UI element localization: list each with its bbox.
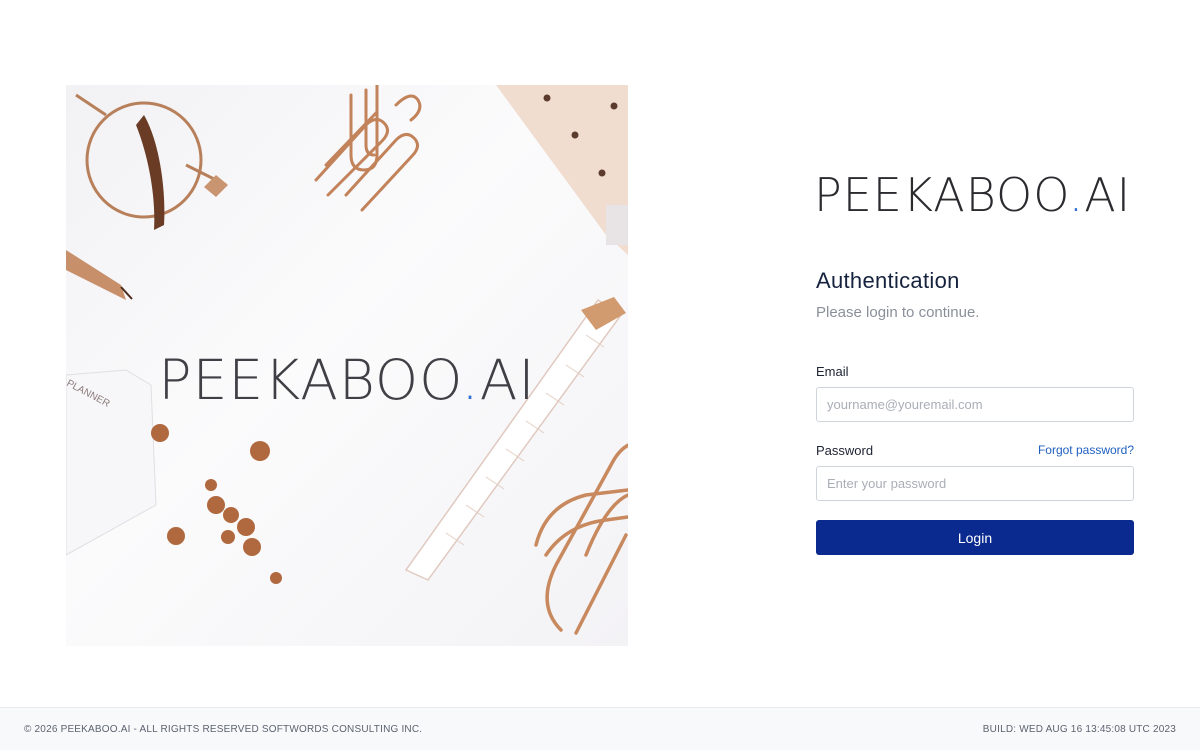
forgot-password-link[interactable]: Forgot password? bbox=[1038, 443, 1134, 457]
footer: © 2026 PEEKABOO.AI - ALL RIGHTS RESERVED… bbox=[0, 707, 1200, 750]
auth-title: Authentication bbox=[816, 268, 960, 293]
login-page: PLANNER PEEKABOO.AI PEEKABOO.AI Authenti… bbox=[0, 0, 1200, 750]
hero-logo-main: PEEKABOO bbox=[158, 348, 462, 412]
hero-image: PLANNER PEEKABOO.AI bbox=[66, 85, 628, 646]
email-field[interactable] bbox=[816, 387, 1134, 422]
brand-name-dot: . bbox=[1068, 168, 1085, 222]
footer-copyright: © 2026 PEEKABOO.AI - ALL RIGHTS RESERVED… bbox=[24, 724, 423, 735]
password-label: Password bbox=[816, 443, 874, 458]
password-field[interactable] bbox=[816, 466, 1134, 501]
brand-name-tail: AI bbox=[1084, 168, 1132, 222]
auth-subtitle: Please login to continue. bbox=[816, 304, 980, 321]
hero-logo-dot: . bbox=[461, 348, 480, 412]
hero-logo: PEEKABOO.AI bbox=[66, 353, 628, 408]
brand-logo: PEEKABOO.AI bbox=[814, 172, 1146, 218]
hero-logo-tail: AI bbox=[479, 348, 536, 412]
email-label: Email bbox=[816, 364, 849, 379]
brand-name-main: PEEKABOO bbox=[814, 168, 1069, 222]
login-button[interactable]: Login bbox=[816, 520, 1134, 555]
footer-build: BUILD: WED AUG 16 13:45:08 UTC 2023 bbox=[982, 724, 1176, 735]
